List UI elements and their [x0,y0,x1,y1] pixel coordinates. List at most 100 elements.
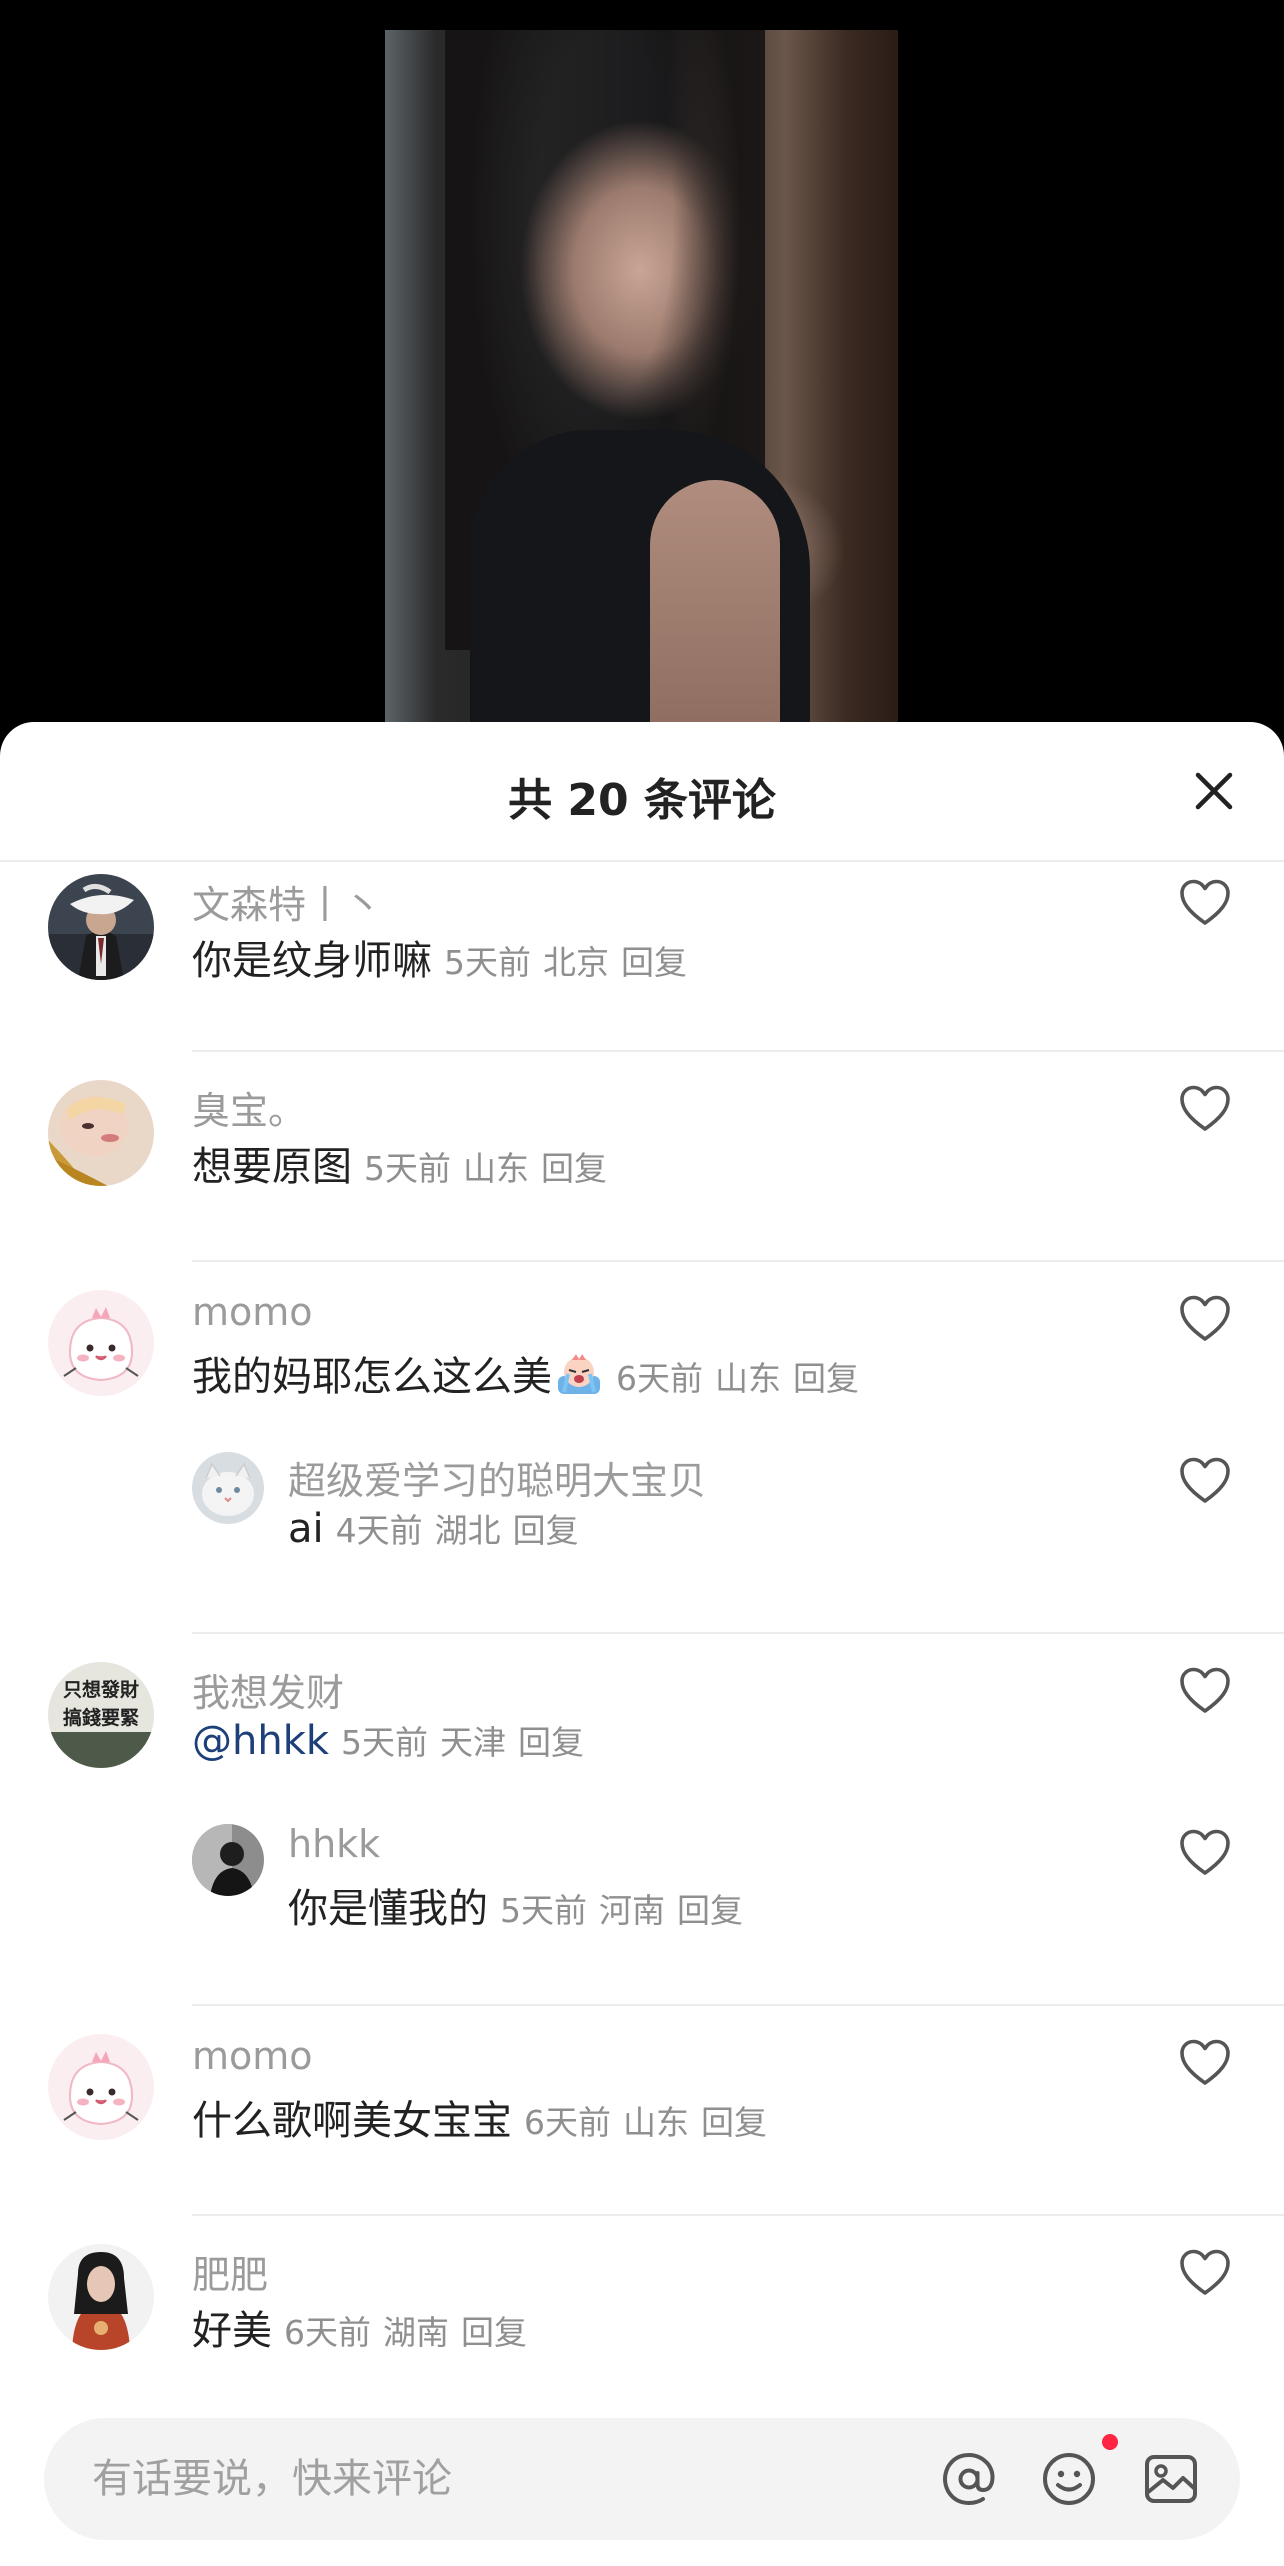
comment-meta: 6天前 山东 回复 [616,1359,871,1398]
reply-button[interactable]: 回复 [701,2103,767,2142]
comment-author[interactable]: momo [192,1290,313,1334]
reply-line: ai 4天前 湖北 回复 [288,1504,591,1552]
reply-text: ai [288,1506,324,1552]
close-icon[interactable] [1190,767,1238,815]
comment-text: 好美 [192,2308,272,2354]
reply-button[interactable]: 回复 [677,1891,743,1930]
comment-item: momo 我的妈耶怎么这么美 6天前 山东 回复 超级爱学习的聪明大宝贝 ai … [0,1290,1284,1660]
comment-location: 山东 [715,1359,781,1398]
comment-meta: 6天前 山东 回复 [524,2103,779,2142]
reply-author[interactable]: hhkk [288,1822,380,1866]
comment-line: 你是纹身师嘛 5天前 北京 回复 [192,928,699,986]
photo-arm [650,480,780,730]
reply-button[interactable]: 回复 [513,1511,579,1550]
reply-time: 4天前 [335,1511,423,1550]
comment-line: 想要原图 5天前 山东 回复 [192,1134,619,1192]
reply-text: 你是懂我的 [288,1886,488,1932]
like-icon[interactable] [1178,1456,1232,1506]
avatar[interactable] [48,1290,154,1396]
reply-button[interactable]: 回复 [461,2313,527,2352]
comment-author[interactable]: 文森特丨丶 [192,874,382,929]
avatar[interactable] [48,1080,154,1186]
like-icon[interactable] [1178,1084,1232,1134]
post-photo[interactable] [385,30,898,730]
comment-line: @hhkk 5天前 天津 回复 [192,1716,596,1764]
comment-time: 5天前 [444,943,531,982]
reply-line: 你是懂我的 5天前 河南 回复 [288,1876,755,1934]
avatar-sign-line-1: 只想發財 [63,1678,139,1701]
comment-divider [192,2214,1284,2216]
comment-item: 文森特丨丶 你是纹身师嘛 5天前 北京 回复 [0,870,1284,1052]
comment-text: 什么歌啊美女宝宝 [192,2098,512,2144]
avatar[interactable] [48,2244,154,2350]
reply-location: 湖北 [434,1511,501,1550]
comment-input-pill[interactable] [44,2418,1240,2540]
comment-text: 想要原图 [192,1144,352,1190]
comment-time: 6天前 [616,1359,703,1398]
like-icon[interactable] [1178,2038,1232,2088]
comment-line: 什么歌啊美女宝宝 6天前 山东 回复 [192,2088,779,2146]
comment-time: 5天前 [364,1149,451,1188]
comment-item: 肥肥 好美 6天前 湖南 回复 [0,2244,1284,2394]
comment-time: 5天前 [341,1723,429,1762]
comment-input-bar [0,2390,1284,2566]
like-icon[interactable] [1178,1828,1232,1878]
comment-location: 湖南 [383,2313,449,2352]
comment-text: 你是纹身师嘛 [192,938,432,984]
comment-divider [192,1632,1284,1634]
comment-time: 6天前 [524,2103,611,2142]
like-icon[interactable] [1178,1294,1232,1344]
like-icon[interactable] [1178,2248,1232,2298]
reply-button[interactable]: 回复 [518,1723,584,1762]
reply-button[interactable]: 回复 [541,1149,607,1188]
reply-button[interactable]: 回复 [621,943,687,982]
comment-item: 只想發財 搞錢要緊 我想发财 @hhkk 5天前 天津 回复 hhkk 你是懂我的 5天… [0,1662,1284,2032]
comment-divider [192,1260,1284,1262]
like-icon[interactable] [1178,1666,1232,1716]
comments-title: 共 20 条评论 [508,775,776,826]
comment-item: momo 什么歌啊美女宝宝 6天前 山东 回复 [0,2034,1284,2216]
reply-author[interactable]: 超级爱学习的聪明大宝贝 [288,1450,706,1505]
reply-location: 河南 [599,1891,665,1930]
comment-item: 臭宝。 想要原图 5天前 山东 回复 [0,1080,1284,1262]
comment-author[interactable]: momo [192,2034,313,2078]
reply-time: 5天前 [500,1891,587,1930]
comment-location: 山东 [623,2103,689,2142]
comment-author[interactable]: 我想发财 [192,1662,344,1717]
post-photo-area [0,0,1284,740]
mention-link[interactable]: @hhkk [192,1718,329,1764]
comment-input[interactable] [90,2448,874,2510]
notification-dot [1102,2434,1118,2450]
reply-meta: 5天前 河南 回复 [500,1891,755,1930]
avatar[interactable] [192,1452,264,1524]
reply-button[interactable]: 回复 [793,1359,859,1398]
emoji-icon[interactable] [1036,2446,1102,2512]
comment-time: 6天前 [284,2313,371,2352]
comments-header: 共 20 条评论 [0,722,1284,862]
comment-text: 我的妈耶怎么这么美 [192,1354,552,1400]
crying-emoji-icon [558,1354,600,1394]
comment-divider [192,1050,1284,1052]
comment-location: 天津 [440,1723,507,1762]
comment-meta: 6天前 湖南 回复 [284,2313,539,2352]
avatar[interactable]: 只想發財 搞錢要緊 [48,1662,154,1768]
at-icon[interactable] [936,2446,1002,2512]
image-icon[interactable] [1138,2446,1204,2512]
comment-author[interactable]: 臭宝。 [192,1080,306,1135]
comment-meta: 5天前 北京 回复 [444,943,699,982]
comment-divider [192,2004,1284,2006]
avatar[interactable] [48,874,154,980]
avatar[interactable] [48,2034,154,2140]
comment-line: 好美 6天前 湖南 回复 [192,2298,539,2356]
avatar-sign-line-2: 搞錢要緊 [63,1706,139,1729]
comment-location: 北京 [543,943,609,982]
comment-meta: 5天前 天津 回复 [341,1723,596,1762]
avatar[interactable] [192,1824,264,1896]
comment-meta: 5天前 山东 回复 [364,1149,619,1188]
comment-line: 我的妈耶怎么这么美 6天前 山东 回复 [192,1344,871,1402]
comment-author[interactable]: 肥肥 [192,2244,268,2299]
like-icon[interactable] [1178,878,1232,928]
comments-sheet: 共 20 条评论 文森特丨丶 你是纹身师嘛 5天前 北京 回复 臭宝。 想要原图… [0,722,1284,2566]
reply-meta: 4天前 湖北 回复 [336,1511,591,1550]
comment-location: 山东 [463,1149,529,1188]
